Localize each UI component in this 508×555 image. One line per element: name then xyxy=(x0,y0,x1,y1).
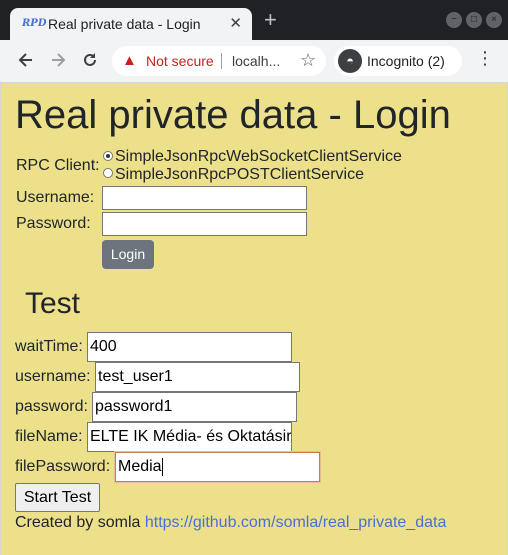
file-name-input[interactable]: ELTE IK Média- és Oktatásir xyxy=(87,422,292,452)
github-link[interactable]: https://github.com/somla/real_private_da… xyxy=(145,514,447,531)
rpc-websocket-radio[interactable] xyxy=(103,151,113,161)
rpc-post-label[interactable]: SimpleJsonRpcPOSTClientService xyxy=(115,166,364,184)
kebab-menu-icon[interactable]: ⋮ xyxy=(476,48,494,69)
file-password-value: Media xyxy=(118,458,162,475)
close-window-icon[interactable]: × xyxy=(486,12,502,28)
close-tab-icon[interactable]: ✕ xyxy=(229,14,242,32)
file-name-label: fileName: xyxy=(15,428,83,445)
rpc-websocket-label[interactable]: SimpleJsonRpcWebSocketClientService xyxy=(115,148,402,166)
footer-text: Created by somla xyxy=(15,514,141,531)
url-text[interactable]: localh... xyxy=(232,53,280,69)
star-icon[interactable]: ☆ xyxy=(300,50,316,71)
warning-icon[interactable]: ▲ xyxy=(122,52,137,69)
rpc-client-label: RPC Client: xyxy=(16,157,100,174)
test-username-label: username: xyxy=(15,368,91,385)
footer: Created by somla https://github.com/soml… xyxy=(15,514,446,532)
incognito-icon: ◓ xyxy=(338,49,362,73)
file-password-label: filePassword: xyxy=(15,458,111,475)
test-heading: Test xyxy=(25,287,81,320)
file-password-input[interactable]: Media xyxy=(115,452,320,482)
username-input[interactable] xyxy=(102,186,307,210)
password-label: Password: xyxy=(16,215,91,232)
tab-title: Real private data - Login xyxy=(48,16,201,32)
password-input[interactable] xyxy=(102,212,307,236)
browser-tab[interactable]: RPD Real private data - Login ✕ xyxy=(10,8,252,40)
maximize-window-icon[interactable]: □ xyxy=(466,12,482,28)
username-label: Username: xyxy=(16,189,95,206)
rpd-favicon-icon: RPD xyxy=(22,18,47,29)
test-password-input[interactable]: password1 xyxy=(92,392,297,422)
page-content: Real private data - Login RPC Client: Si… xyxy=(0,83,508,555)
test-username-input[interactable]: test_user1 xyxy=(95,362,300,392)
new-tab-icon[interactable]: + xyxy=(264,9,277,31)
incognito-label: Incognito (2) xyxy=(367,53,445,69)
address-separator xyxy=(221,53,222,69)
browser-tab-bar: RPD Real private data - Login ✕ + − □ × xyxy=(0,0,508,40)
reload-icon[interactable] xyxy=(80,50,100,74)
test-password-label: password: xyxy=(15,398,88,415)
rpc-post-radio[interactable] xyxy=(103,168,113,178)
minimize-window-icon[interactable]: − xyxy=(446,12,462,28)
wait-time-input[interactable]: 400 xyxy=(87,332,292,362)
login-button[interactable]: Login xyxy=(102,240,154,269)
back-arrow-icon[interactable] xyxy=(16,50,36,74)
wait-time-label: waitTime: xyxy=(15,338,83,355)
incognito-badge[interactable]: ◓ Incognito (2) xyxy=(334,46,462,76)
not-secure-label[interactable]: Not secure xyxy=(146,53,214,69)
page-title: Real private data - Login xyxy=(15,93,451,137)
browser-toolbar: ▲ Not secure localh... ☆ ◓ Incognito (2)… xyxy=(0,40,508,83)
forward-arrow-icon[interactable] xyxy=(48,50,68,74)
text-caret xyxy=(161,457,163,476)
address-bar[interactable]: ▲ Not secure localh... ☆ xyxy=(112,46,326,76)
start-test-button[interactable]: Start Test xyxy=(15,483,100,512)
